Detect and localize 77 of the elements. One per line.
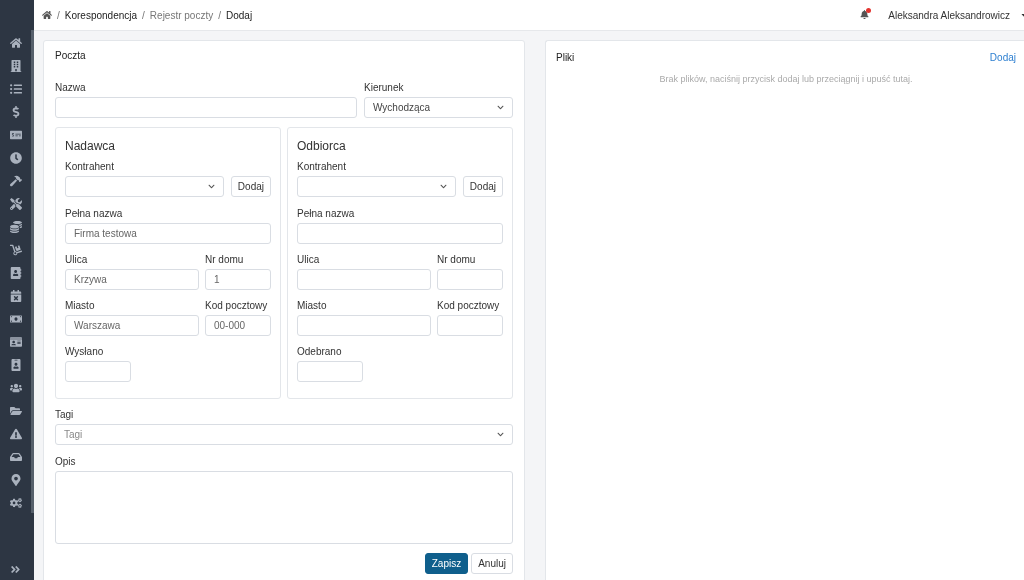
input-field[interactable] xyxy=(55,97,357,118)
home-icon[interactable] xyxy=(9,37,22,49)
chevron-icon xyxy=(439,183,447,190)
breadcrumb-link[interactable]: Korespondencja xyxy=(64,7,138,23)
field-label: Nazwa xyxy=(55,82,87,94)
field-label: Pełna nazwa xyxy=(65,208,124,220)
add-button[interactable]: Dodaj xyxy=(462,176,503,197)
inbox-icon[interactable] xyxy=(9,451,22,463)
breadcrumb-separator: / xyxy=(218,8,221,23)
panel-title: Pliki xyxy=(556,51,575,65)
field-label: Wysłano xyxy=(65,346,105,358)
bell-icon[interactable] xyxy=(860,10,871,20)
field-label: Miasto xyxy=(65,300,96,312)
section-title: Odbiorca xyxy=(297,139,347,153)
field-label: Odebrano xyxy=(297,346,343,358)
field-label: Nr domu xyxy=(437,254,477,266)
field-label: Pełna nazwa xyxy=(297,208,356,220)
field-label: Kod pocztowy xyxy=(437,300,501,312)
banknote-icon[interactable] xyxy=(9,313,22,325)
input-field[interactable] xyxy=(297,315,431,336)
folder-icon[interactable] xyxy=(9,405,22,417)
field-label: Nr domu xyxy=(205,254,245,266)
clock-icon[interactable] xyxy=(9,152,22,164)
input-field[interactable] xyxy=(297,223,503,244)
chevron-icon xyxy=(207,183,215,190)
select-field[interactable]: Wychodząca xyxy=(364,97,513,118)
input-field[interactable] xyxy=(65,361,131,382)
address-book-icon[interactable] xyxy=(9,267,22,279)
input-field[interactable]: Warszawa xyxy=(65,315,199,336)
field-label: Ulica xyxy=(65,254,89,266)
chevron-icon xyxy=(497,431,504,438)
breadcrumb-separator: / xyxy=(142,8,145,23)
field-label: Kontrahent xyxy=(297,161,347,173)
calendar-icon[interactable] xyxy=(9,290,22,302)
chevron-icon xyxy=(497,104,504,111)
cogs-icon[interactable] xyxy=(9,497,22,509)
breadcrumb-separator: / xyxy=(57,8,60,23)
cancel-button[interactable]: Anuluj xyxy=(471,553,513,574)
user-name[interactable]: Aleksandra Aleksandrowicz xyxy=(888,7,1010,23)
select-field[interactable] xyxy=(297,176,456,197)
breadcrumb-link[interactable]: Rejestr poczty xyxy=(149,7,214,23)
field-label: Ulica xyxy=(297,254,321,266)
building-icon[interactable] xyxy=(9,60,22,72)
home-icon[interactable] xyxy=(42,10,52,20)
expand-icon[interactable] xyxy=(10,564,21,575)
input-field[interactable]: 1 xyxy=(205,269,271,290)
field-label: Kod pocztowy xyxy=(205,300,269,312)
input-field[interactable] xyxy=(437,269,503,290)
section-title: Nadawca xyxy=(65,139,117,153)
badge-icon[interactable] xyxy=(9,359,22,371)
hammer-icon[interactable] xyxy=(9,175,22,187)
input-field[interactable] xyxy=(297,269,431,290)
add-link[interactable]: Dodaj xyxy=(989,50,1016,65)
input-field[interactable]: 00-000 xyxy=(205,315,271,336)
select-field[interactable] xyxy=(65,176,224,197)
field-label: Kontrahent xyxy=(65,161,115,173)
input-field[interactable]: Firma testowa xyxy=(65,223,271,244)
field-label: Opis xyxy=(55,456,77,468)
map-pin-icon[interactable] xyxy=(9,474,22,486)
field-label: Tagi xyxy=(55,409,75,421)
breadcrumb-current: Dodaj xyxy=(226,8,253,23)
coins-icon[interactable] xyxy=(9,221,22,233)
save-button[interactable]: Zapisz xyxy=(424,553,469,574)
field-label: Kierunek xyxy=(364,82,405,94)
id-card-icon[interactable] xyxy=(9,336,22,348)
dolly-icon[interactable] xyxy=(9,244,22,256)
input-field[interactable] xyxy=(297,361,363,382)
field-label: Miasto xyxy=(297,300,328,312)
warning-icon[interactable] xyxy=(9,428,22,440)
add-button[interactable]: Dodaj xyxy=(230,176,271,197)
list-icon[interactable] xyxy=(9,83,22,95)
tools-icon[interactable] xyxy=(9,198,22,210)
select-field[interactable]: Tagi xyxy=(55,424,513,445)
input-field[interactable] xyxy=(437,315,503,336)
input-field[interactable]: Krzywa xyxy=(65,269,199,290)
panel-title: Poczta xyxy=(55,50,87,62)
users-icon[interactable] xyxy=(9,382,22,394)
